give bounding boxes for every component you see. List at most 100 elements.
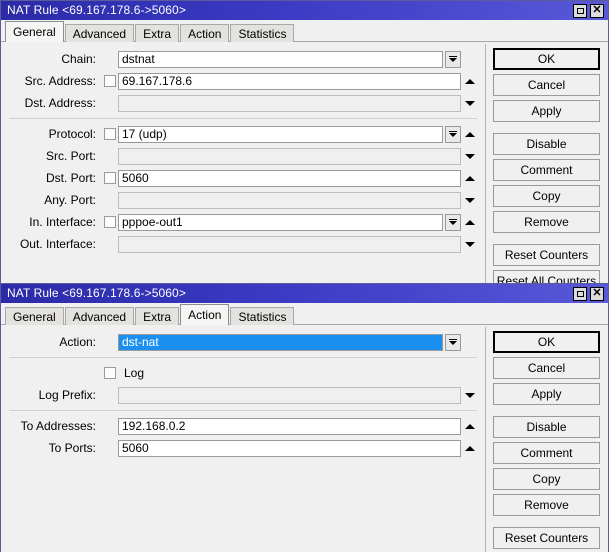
button-ok[interactable]: OK xyxy=(493,331,600,353)
input-in-interface[interactable]: pppoe-out1 xyxy=(118,213,443,231)
field-row-out-interface: Out. Interface: xyxy=(1,233,485,255)
checkbox-src-address[interactable] xyxy=(103,75,116,87)
field-row-to-ports: To Ports: 5060 xyxy=(1,437,485,459)
restore-button[interactable] xyxy=(573,286,587,301)
field-label-to-addresses: To Addresses: xyxy=(20,419,96,433)
chevron-down-icon xyxy=(465,241,475,247)
tab-action[interactable]: Action xyxy=(180,304,230,325)
expand-down-button[interactable] xyxy=(461,148,479,165)
field-row-dst-port: Dst. Port: 5060 xyxy=(1,167,485,189)
field-label-src-port: Src. Port: xyxy=(45,149,96,163)
tab-strip: General Advanced Extra Action Statistics xyxy=(1,303,608,325)
field-label-action: Action: xyxy=(59,335,96,349)
chevron-down-icon xyxy=(449,133,457,137)
button-copy[interactable]: Copy xyxy=(493,468,600,490)
tab-advanced[interactable]: Advanced xyxy=(64,307,135,325)
input-protocol[interactable]: 17 (udp) xyxy=(118,125,443,143)
restore-button[interactable] xyxy=(573,3,587,18)
dropdown-bar-icon xyxy=(449,56,457,57)
input-chain[interactable]: dstnat xyxy=(118,50,443,68)
button-apply[interactable]: Apply xyxy=(493,100,600,122)
button-disable[interactable]: Disable xyxy=(493,133,600,155)
input-src-port[interactable] xyxy=(118,147,461,165)
field-label-src-address: Src. Address: xyxy=(24,74,96,88)
restore-icon xyxy=(576,290,584,297)
window-title: NAT Rule <69.167.178.6->5060> xyxy=(7,3,186,17)
input-to-ports[interactable]: 5060 xyxy=(118,439,461,457)
button-pane: OK Cancel Apply Disable Comment Copy Remove Res… xyxy=(486,42,608,289)
button-comment[interactable]: Comment xyxy=(493,159,600,181)
field-group-separator xyxy=(9,118,477,119)
dropdown-button[interactable] xyxy=(445,213,461,231)
chevron-down-icon xyxy=(449,341,457,345)
tab-action[interactable]: Action xyxy=(180,24,230,42)
expand-up-button[interactable] xyxy=(461,126,479,143)
input-log-prefix[interactable] xyxy=(118,386,461,404)
button-copy[interactable]: Copy xyxy=(493,185,600,207)
input-to-addresses[interactable]: 192.168.0.2 xyxy=(118,417,461,435)
dropdown-button[interactable] xyxy=(445,125,461,143)
button-apply[interactable]: Apply xyxy=(493,383,600,405)
window-controls: ✕ xyxy=(573,286,606,301)
checkbox-cell xyxy=(101,75,118,87)
field-row-protocol: Protocol: 17 (udp) xyxy=(1,123,485,145)
button-disable[interactable]: Disable xyxy=(493,416,600,438)
expand-down-button[interactable] xyxy=(461,236,479,253)
button-remove[interactable]: Remove xyxy=(493,211,600,233)
checkbox-dst-port[interactable] xyxy=(103,172,116,184)
expand-down-button[interactable] xyxy=(461,192,479,209)
input-action[interactable]: dst-nat xyxy=(118,333,443,351)
expand-up-button[interactable] xyxy=(461,170,479,187)
field-label-dst-address: Dst. Address: xyxy=(24,96,96,110)
chevron-up-icon xyxy=(465,423,475,429)
dropdown-button[interactable] xyxy=(445,50,461,68)
expand-up-button[interactable] xyxy=(461,418,479,435)
field-label-to-ports: To Ports: xyxy=(48,441,96,455)
field-row-to-addresses: To Addresses: 192.168.0.2 xyxy=(1,415,485,437)
button-reset-counters[interactable]: Reset Counters xyxy=(493,244,600,266)
dropdown-button[interactable] xyxy=(445,333,461,351)
checkbox-protocol[interactable] xyxy=(103,128,116,140)
close-button[interactable]: ✕ xyxy=(590,3,604,18)
log-checkbox-label: Log xyxy=(124,366,145,380)
button-group-gap xyxy=(493,520,600,527)
button-ok[interactable]: OK xyxy=(493,48,600,70)
tab-general[interactable]: General xyxy=(5,21,64,42)
input-any-port[interactable] xyxy=(118,191,461,209)
button-cancel[interactable]: Cancel xyxy=(493,74,600,96)
expand-up-button[interactable] xyxy=(461,214,479,231)
tab-advanced[interactable]: Advanced xyxy=(64,24,135,42)
button-comment[interactable]: Comment xyxy=(493,442,600,464)
restore-icon xyxy=(576,7,584,14)
tab-statistics[interactable]: Statistics xyxy=(230,24,295,42)
tab-extra[interactable]: Extra xyxy=(135,307,180,325)
tab-statistics[interactable]: Statistics xyxy=(230,307,295,325)
chevron-down-icon xyxy=(465,197,475,203)
nat-rule-window-action: NAT Rule <69.167.178.6->5060> ✕ General A… xyxy=(0,283,609,552)
input-dst-port[interactable]: 5060 xyxy=(118,169,461,187)
expand-up-button[interactable] xyxy=(461,73,479,90)
input-out-interface[interactable] xyxy=(118,235,461,253)
expand-down-button[interactable] xyxy=(461,387,479,404)
field-label-any-port: Any. Port: xyxy=(44,193,96,207)
title-bar[interactable]: NAT Rule <69.167.178.6->5060> ✕ xyxy=(1,1,608,20)
button-remove[interactable]: Remove xyxy=(493,494,600,516)
field-label-protocol: Protocol: xyxy=(48,127,96,141)
button-reset-counters[interactable]: Reset Counters xyxy=(493,527,600,549)
button-cancel[interactable]: Cancel xyxy=(493,357,600,379)
dropdown-bar-icon xyxy=(449,131,457,132)
input-dst-address[interactable] xyxy=(118,94,461,112)
expand-up-button[interactable] xyxy=(461,440,479,457)
close-button[interactable]: ✕ xyxy=(590,286,604,301)
field-label-out-interface: Out. Interface: xyxy=(19,237,96,251)
input-src-address[interactable]: 69.167.178.6 xyxy=(118,72,461,90)
checkbox-in-interface[interactable] xyxy=(103,216,116,228)
tab-extra[interactable]: Extra xyxy=(135,24,180,42)
tab-general[interactable]: General xyxy=(5,307,64,325)
close-icon: ✕ xyxy=(592,4,602,16)
expand-down-button[interactable] xyxy=(461,95,479,112)
chevron-down-icon xyxy=(449,221,457,225)
log-checkbox[interactable] xyxy=(103,367,116,379)
checkbox-cell xyxy=(101,216,118,228)
title-bar[interactable]: NAT Rule <69.167.178.6->5060> ✕ xyxy=(1,284,608,303)
